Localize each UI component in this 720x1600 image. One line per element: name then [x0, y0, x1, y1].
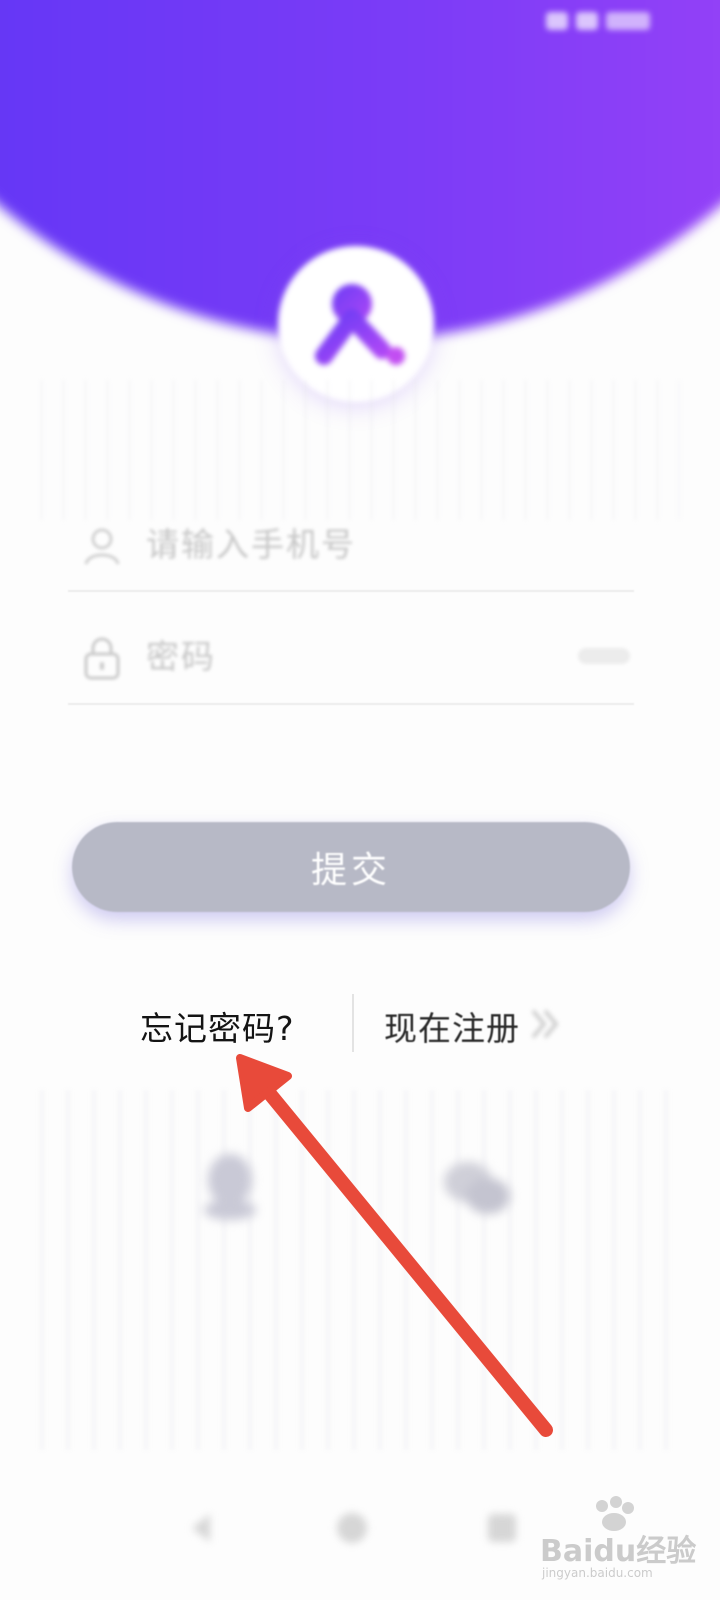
watermark-brand: Baidu经验 [540, 1534, 697, 1569]
app-logo-icon [315, 284, 405, 365]
links-divider [352, 994, 354, 1052]
status-icons [546, 12, 650, 30]
status-bar [0, 0, 720, 50]
battery-icon [606, 12, 650, 30]
phone-field-underline [68, 590, 634, 592]
background-texture [40, 380, 680, 520]
password-visibility-toggle[interactable] [578, 648, 630, 664]
user-icon [84, 528, 120, 565]
baidu-watermark: Baidu经验 jingyan.baidu.com [540, 1494, 710, 1584]
forgot-password-link[interactable]: 忘记密码? [140, 1002, 295, 1050]
app-logo [278, 246, 434, 402]
phone-field [68, 514, 634, 574]
phone-input[interactable] [146, 518, 566, 570]
lock-icon [84, 637, 120, 680]
signal-icon [546, 12, 568, 30]
recent-apps-icon[interactable] [482, 1508, 522, 1548]
watermark-url: jingyan.baidu.com [542, 1566, 653, 1580]
wechat-icon[interactable] [436, 1146, 516, 1226]
password-input[interactable] [146, 630, 566, 682]
back-icon[interactable] [182, 1508, 222, 1548]
qq-icon[interactable] [190, 1146, 270, 1226]
account-links: 忘记密码? 现在注册 [0, 994, 720, 1060]
home-icon[interactable] [332, 1508, 372, 1548]
wifi-icon [576, 12, 598, 30]
register-now-link[interactable]: 现在注册 [384, 1002, 520, 1050]
login-screen: 提交 忘记密码? 现在注册 Baidu经验 [0, 0, 720, 1600]
submit-button[interactable]: 提交 [72, 822, 630, 912]
password-field-underline [68, 703, 634, 705]
password-field [68, 626, 634, 686]
background-texture-lower [40, 1090, 680, 1450]
chevron-right-double-icon[interactable] [530, 1006, 562, 1042]
